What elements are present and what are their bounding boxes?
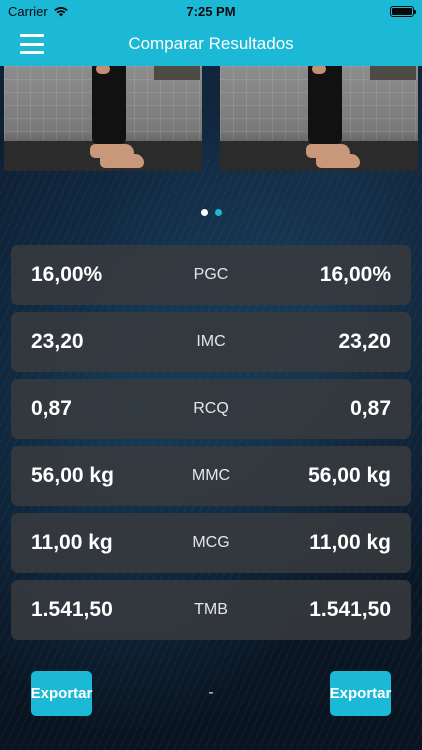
metric-right-value: 23,20: [338, 330, 391, 353]
metric-right-value: 11,00 kg: [309, 531, 391, 554]
wall-object: [154, 66, 200, 80]
metric-label: PGC: [193, 266, 229, 283]
battery-icon: [390, 5, 416, 17]
feet: [100, 154, 144, 168]
metric-row-tmb: 1.541,50 TMB 1.541,50: [11, 580, 411, 640]
hamburger-menu-icon[interactable]: [20, 34, 44, 54]
battery-level: [392, 7, 412, 15]
metric-left-value: 23,20: [31, 330, 84, 353]
wifi-icon: [54, 7, 68, 17]
metric-label: TMB: [194, 601, 228, 618]
metric-row-rcq: 0,87 RCQ 0,87: [11, 379, 411, 439]
metric-row-imc: 23,20 IMC 23,20: [11, 312, 411, 372]
photo-carousel[interactable]: [0, 66, 422, 171]
metric-label: RCQ: [193, 400, 229, 417]
page-dot-2[interactable]: [214, 209, 222, 216]
export-right-button[interactable]: Exportar: [330, 671, 391, 716]
metric-left-value: 56,00 kg: [31, 464, 114, 487]
metric-right-value: 56,00 kg: [308, 464, 391, 487]
status-left: Carrier: [8, 4, 69, 19]
metric-right-value: 1.541,50: [309, 598, 391, 621]
metric-row-mcg: 11,00 kg MCG 11,00 kg: [11, 513, 411, 573]
carrier-label: Carrier: [8, 3, 48, 19]
metric-row-pgc: 16,00% PGC 16,00%: [11, 245, 411, 305]
page-dot-1[interactable]: [200, 209, 208, 216]
metric-left-value: 16,00%: [31, 263, 103, 286]
photo-right[interactable]: [220, 66, 418, 171]
metric-label: IMC: [196, 333, 226, 350]
photo-left[interactable]: [4, 66, 202, 171]
metric-label: MCG: [192, 534, 230, 551]
metric-label: MMC: [191, 467, 231, 484]
wall-object: [370, 66, 416, 80]
page-title: Comparar Resultados: [128, 34, 294, 53]
page-indicator[interactable]: [0, 209, 422, 216]
metric-left-value: 0,87: [31, 397, 72, 420]
status-bar: Carrier 7:25 PM: [0, 0, 422, 22]
legs: [308, 66, 342, 144]
legs: [92, 66, 126, 144]
metric-right-value: 16,00%: [319, 263, 391, 286]
metric-row-mmc: 56,00 kg MMC 56,00 kg: [11, 446, 411, 506]
nav-bar: Comparar Resultados: [0, 22, 422, 66]
metric-right-value: 0,87: [350, 397, 391, 420]
metric-left-value: 1.541,50: [31, 598, 113, 621]
feet: [316, 154, 360, 168]
metric-left-value: 11,00 kg: [31, 531, 113, 554]
